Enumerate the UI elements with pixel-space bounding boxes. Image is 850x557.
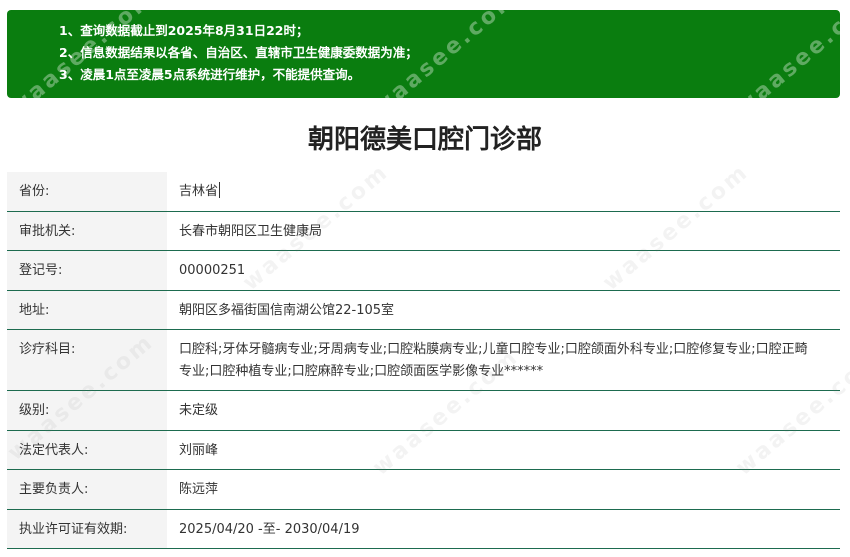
field-label: 主要负责人: <box>7 470 167 509</box>
row-address: 地址: 朝阳区多福街国信南湖公馆22-105室 <box>7 290 840 330</box>
notice-line-1: 1、查询数据截止到2025年8月31日22时； <box>59 23 309 38</box>
row-level: 级别: 未定级 <box>7 391 840 431</box>
field-value: 刘丽峰 <box>179 442 219 458</box>
row-license-validity: 执业许可证有效期: 2025/04/20 -至- 2030/04/19 <box>7 509 840 549</box>
field-value: 00000251 <box>179 263 246 278</box>
field-value: 2025/04/20 -至- 2030/04/19 <box>179 521 360 537</box>
field-value: 未定级 <box>179 403 219 418</box>
field-label: 审批机关: <box>7 211 167 250</box>
notice-banner: 1、查询数据截止到2025年8月31日22时； 2、信息数据结果以各省、自治区、… <box>7 10 840 98</box>
row-departments: 诊疗科目: 口腔科;牙体牙髓病专业;牙周病专业;口腔粘膜病专业;儿童口腔专业;口… <box>7 330 840 391</box>
text-cursor <box>219 182 221 198</box>
province-value: 吉林省 <box>179 184 219 199</box>
field-label: 地址: <box>7 290 167 329</box>
field-value: 陈远萍 <box>179 482 219 497</box>
field-label: 执业许可证有效期: <box>7 509 167 548</box>
row-approval-authority: 审批机关: 长春市朝阳区卫生健康局 <box>7 211 840 251</box>
field-label: 法定代表人: <box>7 430 167 469</box>
field-label: 级别: <box>7 391 167 430</box>
field-label: 诊疗科目: <box>7 330 167 390</box>
row-registration-number: 登记号: 00000251 <box>7 251 840 291</box>
info-table: 省份: 吉林省 审批机关: 长春市朝阳区卫生健康局 登记号: 00000251 … <box>7 172 840 549</box>
row-principal: 主要负责人: 陈远萍 <box>7 470 840 510</box>
field-value: 口腔科;牙体牙髓病专业;牙周病专业;口腔粘膜病专业;儿童口腔专业;口腔颌面外科专… <box>179 342 808 379</box>
field-value: 吉林省 <box>167 172 840 211</box>
notice-line-3: 3、凌晨1点至凌晨5点系统进行维护，不能提供查询。 <box>59 67 361 82</box>
row-province: 省份: 吉林省 <box>7 172 840 212</box>
page-title: 朝阳德美口腔门诊部 <box>307 125 542 155</box>
row-legal-representative: 法定代表人: 刘丽峰 <box>7 430 840 470</box>
field-label: 登记号: <box>7 251 167 290</box>
field-value: 长春市朝阳区卫生健康局 <box>179 223 323 239</box>
notice-line-2: 2、信息数据结果以各省、自治区、直辖市卫生健康委数据为准； <box>59 45 418 60</box>
field-label: 省份: <box>7 172 167 211</box>
field-value: 朝阳区多福街国信南湖公馆22-105室 <box>179 302 395 318</box>
